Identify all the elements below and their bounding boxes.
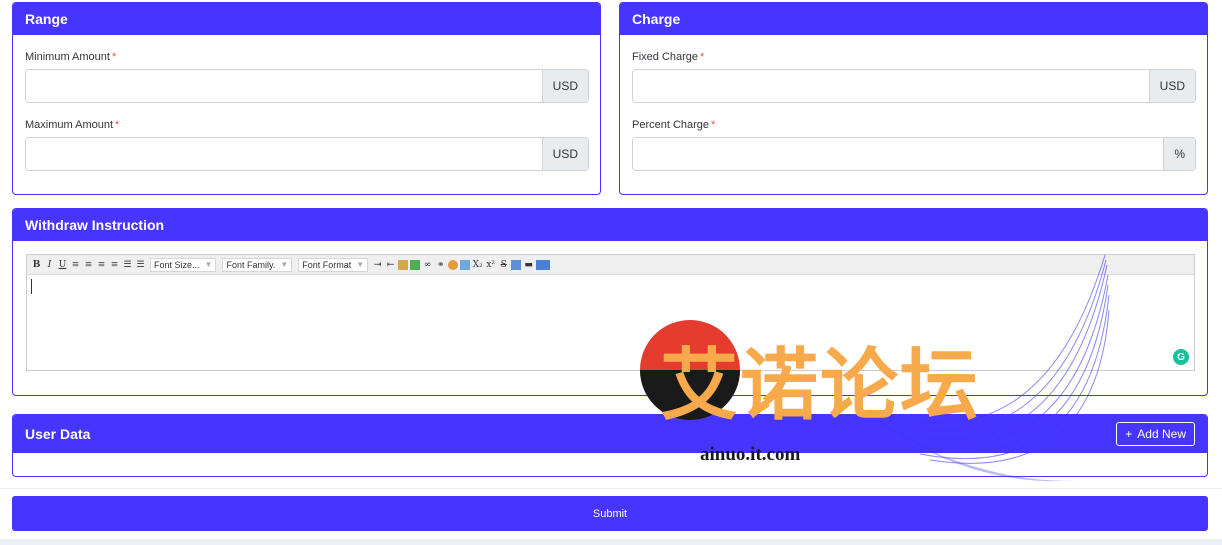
maximum-amount-input[interactable] [26, 138, 542, 170]
italic-button[interactable]: I [44, 260, 55, 270]
user-data-header: User Data [13, 415, 1207, 453]
withdraw-instruction-card: Withdraw Instruction B I U ≡ ≡ ≡ ≡ ☰ ☰ F… [12, 208, 1208, 396]
watermark-text: 艾诺论坛 [660, 341, 981, 431]
watermark-url: ainuo.it.com [700, 444, 801, 465]
maximum-amount-group: USD [25, 137, 589, 171]
subscript-button[interactable]: X₂ [472, 260, 483, 270]
align-left-icon[interactable]: ≡ [70, 260, 81, 270]
minimum-amount-input[interactable] [26, 70, 542, 102]
link-icon[interactable]: ∞ [422, 260, 433, 270]
user-data-card: User Data + Add New [12, 414, 1208, 477]
maximum-amount-currency: USD [541, 138, 588, 170]
page-footer-strip [0, 539, 1222, 545]
required-mark: * [111, 51, 117, 63]
fixed-charge-currency: USD [1148, 70, 1195, 102]
minimum-amount-currency: USD [541, 70, 588, 102]
charge-card-header: Charge [620, 3, 1207, 35]
required-mark: * [115, 119, 120, 131]
range-card: Range Minimum Amount * USD Maximum Amount… [12, 2, 601, 195]
charge-title: Charge [632, 11, 681, 27]
align-center-icon[interactable]: ≡ [83, 260, 94, 270]
strikethrough-button[interactable]: S [498, 260, 509, 270]
range-title: Range [25, 11, 68, 27]
remove-format-icon[interactable] [511, 259, 522, 270]
fixed-charge-input[interactable] [633, 70, 1149, 102]
withdraw-instruction-title: Withdraw Instruction [25, 217, 165, 233]
font-format-select[interactable]: Font Format ▼ [298, 257, 369, 272]
percent-charge-group: % [632, 137, 1196, 171]
chevron-down-icon: ▼ [204, 260, 213, 269]
fixed-charge-label: Fixed Charge * [632, 51, 705, 63]
upload-icon[interactable] [410, 259, 421, 270]
align-justify-icon[interactable]: ≡ [109, 260, 120, 270]
submit-button[interactable]: Submit [12, 496, 1208, 531]
rich-text-editor: B I U ≡ ≡ ≡ ≡ ☰ ☰ Font Size... ▼ Font Fam… [26, 254, 1195, 371]
fixed-charge-group: USD [632, 69, 1196, 103]
chevron-down-icon: ▼ [356, 260, 365, 269]
withdraw-instruction-header: Withdraw Instruction [13, 209, 1207, 241]
minimum-amount-label: Minimum Amount * [25, 51, 117, 63]
text-caret [31, 279, 32, 294]
page: Range Minimum Amount * USD Maximum Amount… [0, 0, 1222, 545]
add-new-label: Add New [1137, 427, 1186, 441]
required-mark: * [700, 51, 705, 63]
maximum-amount-label: Maximum Amount * [25, 119, 120, 131]
minimum-amount-group: USD [25, 69, 589, 103]
indent-icon[interactable]: ⇥ [372, 260, 383, 270]
unordered-list-icon[interactable]: ☰ [135, 260, 146, 270]
percent-charge-unit: % [1163, 138, 1195, 170]
editor-toolbar: B I U ≡ ≡ ≡ ≡ ☰ ☰ Font Size... ▼ Font Fam… [27, 255, 1194, 275]
superscript-button[interactable]: x² [485, 260, 496, 270]
required-mark: * [711, 119, 716, 131]
chevron-down-icon: ▼ [280, 260, 289, 269]
media-icon[interactable] [460, 259, 471, 270]
outdent-icon[interactable]: ⇤ [385, 260, 396, 270]
user-data-title: User Data [25, 426, 91, 442]
bold-button[interactable]: B [31, 260, 42, 270]
charge-card: Charge Fixed Charge * USD Percent Charge *… [619, 2, 1208, 195]
unlink-icon[interactable]: ⚭ [435, 260, 446, 270]
percent-charge-input[interactable] [633, 138, 1164, 170]
align-right-icon[interactable]: ≡ [96, 260, 107, 270]
percent-charge-label: Percent Charge * [632, 119, 716, 131]
editor-content-area[interactable]: G [27, 275, 1194, 371]
plus-icon: + [1125, 427, 1133, 441]
horizontal-rule-icon[interactable]: ▬ [523, 260, 534, 270]
image-icon[interactable] [398, 259, 409, 270]
font-family-select[interactable]: Font Family. ▼ [222, 257, 293, 272]
underline-button[interactable]: U [57, 260, 68, 270]
add-new-button[interactable]: + Add New [1116, 422, 1195, 446]
font-size-select[interactable]: Font Size... ▼ [150, 257, 217, 272]
color-icon[interactable] [448, 259, 459, 270]
html-source-icon[interactable] [536, 259, 551, 270]
ordered-list-icon[interactable]: ☰ [122, 260, 133, 270]
grammarly-icon[interactable]: G [1173, 349, 1189, 365]
range-card-header: Range [13, 3, 600, 35]
divider [0, 488, 1222, 489]
